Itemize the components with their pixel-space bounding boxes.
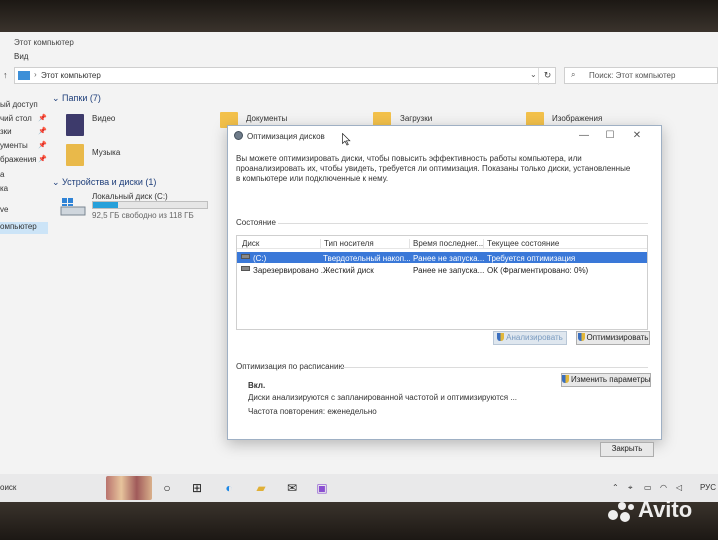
divider bbox=[278, 223, 648, 224]
ribbon: Вид bbox=[0, 50, 718, 64]
nav-item[interactable]: ve bbox=[0, 205, 8, 217]
taskbar-wallpaper-thumbnail bbox=[106, 476, 152, 500]
drive-usage-bar bbox=[92, 201, 208, 209]
edge-icon[interactable]: ◐ bbox=[220, 479, 238, 497]
nav-item[interactable]: ументы bbox=[0, 141, 28, 153]
address-bar[interactable]: › Этот компьютер ⌄ bbox=[14, 67, 556, 84]
search-input[interactable]: ⌕ Поиск: Этот компьютер bbox=[564, 67, 718, 84]
schedule-frequency: Частота повторения: еженедельно bbox=[248, 407, 377, 416]
dialog-description: Вы можете оптимизировать диски, чтобы по… bbox=[236, 154, 631, 183]
screen: Этот компьютер Вид ↑ › Этот компьютер ⌄ … bbox=[0, 32, 718, 502]
ribbon-tab-view[interactable]: Вид bbox=[14, 52, 28, 61]
file-explorer-icon[interactable]: ▰ bbox=[252, 479, 270, 497]
pin-icon: 📌 bbox=[38, 115, 47, 122]
chevron-right-icon: › bbox=[34, 70, 37, 79]
refresh-icon[interactable]: ↻ bbox=[538, 68, 556, 85]
column-header-drive[interactable]: Диск bbox=[239, 239, 259, 248]
drive-icon bbox=[60, 198, 86, 216]
taskbar-search[interactable]: оиск bbox=[0, 483, 16, 492]
shield-icon bbox=[577, 333, 585, 341]
language-indicator[interactable]: РУС bbox=[700, 483, 716, 492]
search-icon: ⌕ bbox=[571, 70, 576, 79]
pin-icon: 📌 bbox=[38, 142, 47, 149]
dialog-titlebar[interactable]: Оптимизация дисков — ☐ ✕ bbox=[228, 126, 661, 146]
nav-item[interactable]: чий стол bbox=[0, 114, 32, 126]
table-row[interactable]: Зарезервировано ... Жесткий диск Ранее н… bbox=[237, 264, 647, 275]
task-view-icon[interactable]: ⊞ bbox=[188, 479, 206, 497]
battery-icon[interactable]: ▭ bbox=[644, 483, 652, 492]
explorer-titlebar: Этот компьютер bbox=[0, 36, 718, 48]
music-folder-icon bbox=[66, 144, 84, 166]
maximize-icon[interactable]: ☐ bbox=[600, 129, 620, 143]
shield-icon bbox=[562, 375, 569, 383]
nav-item-this-pc[interactable]: омпьютер bbox=[0, 222, 48, 234]
folders-group-header[interactable]: ⌄ Папки (7) bbox=[52, 93, 101, 104]
shield-icon bbox=[497, 333, 505, 341]
divider bbox=[340, 367, 648, 368]
status-section-label: Состояние bbox=[236, 218, 276, 227]
taskbar: оиск ○ ⊞ ◐ ▰ ✉ ▣ ⌃ ⌖ ▭ ◠ ◁ РУС bbox=[0, 474, 718, 502]
drives-list[interactable]: Диск Тип носителя Время последнег... Тек… bbox=[236, 235, 648, 330]
cortana-icon[interactable]: ○ bbox=[158, 479, 176, 497]
wifi-icon[interactable]: ◠ bbox=[660, 483, 667, 492]
nav-item[interactable]: бражения bbox=[0, 155, 37, 167]
optimize-drives-dialog: Оптимизация дисков — ☐ ✕ Вы можете оптим… bbox=[227, 125, 662, 457]
computer-icon bbox=[18, 71, 30, 80]
optimize-button[interactable]: Оптимизировать bbox=[576, 331, 650, 345]
chevron-up-icon[interactable]: ⌃ bbox=[612, 483, 619, 492]
video-folder-icon bbox=[66, 114, 84, 136]
change-settings-button[interactable]: Изменить параметры bbox=[561, 373, 651, 387]
list-header: Диск Тип носителя Время последнег... Тек… bbox=[237, 236, 647, 249]
disk-icon bbox=[241, 266, 250, 271]
close-icon[interactable]: ✕ bbox=[627, 129, 647, 143]
schedule-section-label: Оптимизация по расписанию bbox=[236, 362, 345, 371]
schedule-description: Диски анализируются с запланированной ча… bbox=[248, 393, 518, 402]
address-row: ↑ › Этот компьютер ⌄ ⌕ Поиск: Этот компь… bbox=[0, 64, 718, 86]
table-row[interactable]: (C:) Твердотельный накоп... Ранее не зап… bbox=[237, 252, 647, 263]
explorer-window-title: Этот компьютер bbox=[14, 38, 74, 47]
nav-item[interactable]: ка bbox=[0, 184, 8, 196]
nav-item[interactable]: а bbox=[0, 170, 4, 182]
dialog-title: Оптимизация дисков bbox=[247, 132, 325, 141]
defrag-icon bbox=[234, 131, 243, 140]
nav-item[interactable]: зки bbox=[0, 127, 12, 139]
column-header-media-type[interactable]: Тип носителя bbox=[320, 239, 374, 248]
avito-logo-icon bbox=[608, 502, 636, 522]
column-header-last-run[interactable]: Время последнег... bbox=[409, 239, 483, 248]
up-arrow-icon[interactable]: ↑ bbox=[3, 70, 8, 80]
breadcrumb[interactable]: Этот компьютер bbox=[41, 71, 101, 80]
pin-icon: 📌 bbox=[38, 128, 47, 135]
analyze-button[interactable]: Анализировать bbox=[493, 331, 567, 345]
search-placeholder: Поиск: Этот компьютер bbox=[589, 71, 676, 80]
minimize-icon[interactable]: — bbox=[574, 129, 594, 143]
navigation-pane: ый доступ чий стол 📌 зки 📌 ументы 📌 браж… bbox=[0, 92, 50, 472]
mail-icon[interactable]: ✉ bbox=[283, 479, 301, 497]
mouse-cursor-icon bbox=[342, 133, 351, 146]
devices-group-header[interactable]: ⌄ Устройства и диски (1) bbox=[52, 177, 156, 188]
store-icon[interactable]: ▣ bbox=[313, 479, 331, 497]
close-button[interactable]: Закрыть bbox=[600, 442, 654, 457]
network-icon[interactable]: ⌖ bbox=[628, 483, 633, 493]
pin-icon: 📌 bbox=[38, 156, 47, 163]
volume-icon[interactable]: ◁ bbox=[676, 483, 682, 492]
disk-icon bbox=[241, 254, 250, 259]
monitor-bezel-top bbox=[0, 0, 718, 32]
nav-item[interactable]: ый доступ bbox=[0, 100, 38, 112]
chevron-down-icon[interactable]: ⌄ bbox=[530, 70, 537, 79]
schedule-state: Вкл. bbox=[248, 381, 266, 390]
column-header-status[interactable]: Текущее состояние bbox=[483, 239, 559, 248]
